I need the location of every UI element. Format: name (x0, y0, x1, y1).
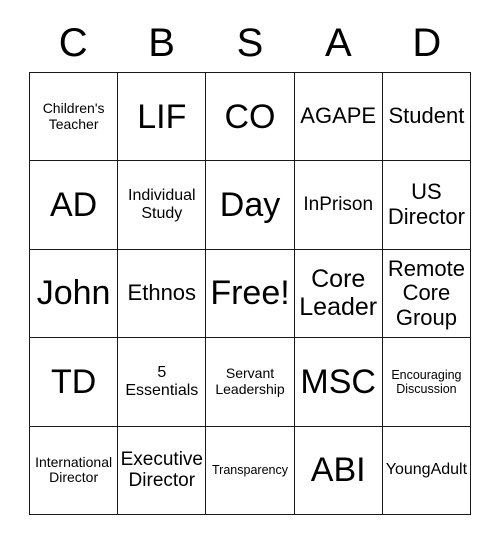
bingo-cell-label: InPrison (303, 194, 374, 216)
bingo-cell[interactable]: US Director (382, 161, 472, 250)
bingo-header-letter-0: C (58, 21, 88, 65)
bingo-row: Children's Teacher LIF CO AGAPE Student (30, 73, 472, 162)
bingo-cell-label: TD (50, 362, 97, 401)
bingo-cell-label: LIF (137, 97, 187, 136)
bingo-cell[interactable]: Day (206, 161, 295, 250)
bingo-header-letter-3: A (325, 21, 352, 65)
bingo-cell[interactable]: Individual Study (118, 161, 207, 250)
bingo-cell[interactable]: Core Leader (294, 249, 383, 339)
bingo-cell-label: AGAPE (300, 103, 377, 129)
bingo-cell-label: John (36, 274, 111, 313)
bingo-cell-label: Core Leader (299, 265, 378, 322)
bingo-cell[interactable]: Transparency (206, 426, 295, 515)
bingo-cell[interactable]: LIF (118, 73, 207, 162)
bingo-cell-label: Transparency (212, 463, 288, 478)
bingo-cell[interactable]: Remote Core Group (382, 249, 472, 339)
bingo-cell[interactable]: Servant Leadership (206, 338, 295, 427)
bingo-cell-label: ABI (310, 451, 366, 490)
bingo-cell-label: Student (388, 103, 465, 129)
bingo-cell[interactable]: Ethnos (118, 249, 207, 339)
bingo-row: John Ethnos Free! Core Leader Remote Cor… (30, 249, 472, 339)
bingo-cell[interactable]: 5 Essentials (118, 338, 207, 427)
bingo-cell[interactable]: InPrison (294, 161, 383, 250)
bingo-row: International Director Executive Directo… (30, 426, 472, 515)
bingo-grid: Children's Teacher LIF CO AGAPE Student … (29, 72, 472, 515)
bingo-cell[interactable]: AGAPE (294, 73, 383, 162)
bingo-cell-free-space[interactable]: Free! (206, 249, 295, 339)
bingo-cell-label: MSC (300, 362, 376, 401)
bingo-cell-label: YoungAdult (385, 461, 468, 479)
bingo-cell[interactable]: Children's Teacher (30, 73, 119, 162)
bingo-cell-label: International Director (35, 453, 113, 486)
bingo-cell[interactable]: MSC (294, 338, 383, 427)
bingo-cell[interactable]: Encouraging Discussion (382, 338, 472, 427)
bingo-cell-label: Ethnos (127, 280, 197, 306)
bingo-cell-label: Encouraging Discussion (391, 367, 462, 396)
bingo-header-letter-2: S (236, 21, 264, 65)
bingo-cell-label: Servant Leadership (215, 365, 285, 397)
bingo-cell-label: US Director (387, 179, 465, 230)
bingo-cell-label: 5 Essentials (125, 363, 199, 399)
bingo-row: AD Individual Study Day InPrison US Dire… (30, 161, 472, 250)
bingo-cell-label: AD (49, 186, 98, 225)
bingo-cell-label: Free! (210, 274, 290, 313)
bingo-cell-label: Individual Study (128, 187, 196, 223)
bingo-cell-label: CO (224, 97, 276, 136)
bingo-cell[interactable]: CO (206, 73, 295, 162)
bingo-cell[interactable]: TD (30, 338, 119, 427)
bingo-header-letter-4: D (412, 21, 442, 65)
bingo-cell-label: Remote Core Group (387, 255, 465, 330)
bingo-cell[interactable]: Executive Director (118, 426, 207, 515)
bingo-cell[interactable]: ABI (294, 426, 383, 515)
bingo-cell[interactable]: YoungAdult (382, 426, 472, 515)
bingo-cell[interactable]: International Director (30, 426, 119, 515)
bingo-cell[interactable]: AD (30, 161, 119, 250)
bingo-row: TD 5 Essentials Servant Leadership MSC E… (30, 338, 472, 427)
bingo-cell-label: Day (219, 186, 281, 225)
bingo-cell[interactable]: John (30, 249, 119, 339)
bingo-header-letter-1: B (148, 21, 175, 65)
bingo-cell-label: Children's Teacher (42, 100, 105, 132)
bingo-card: C B S A D Children's Teacher LIF CO AGAP… (29, 14, 472, 515)
bingo-cell[interactable]: Student (382, 73, 472, 162)
bingo-header-row: C B S A D (29, 14, 471, 72)
bingo-cell-label: Executive Director (120, 448, 203, 492)
